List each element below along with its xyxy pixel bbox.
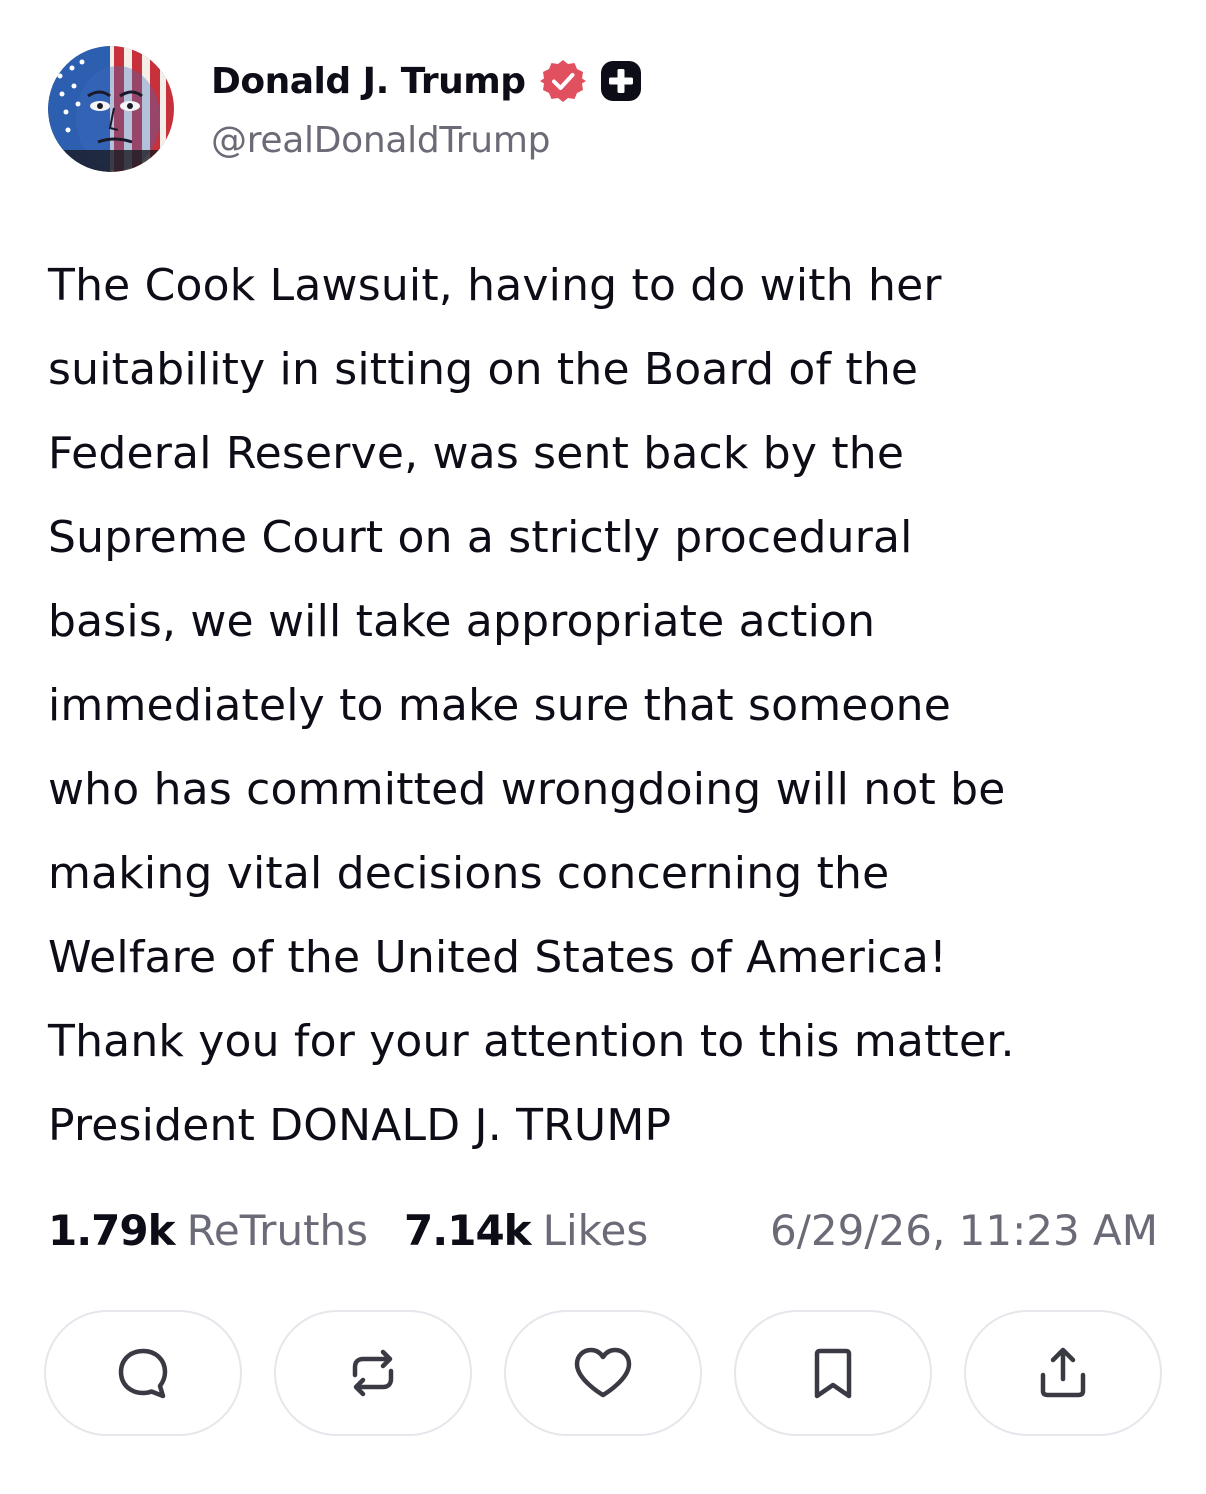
retruth-icon [352, 1349, 394, 1397]
truth-plus-icon [598, 58, 644, 104]
author-handle[interactable]: @realDonaldTrump [211, 120, 644, 161]
post-text-line: Thank you for your attention to this mat… [48, 1016, 1015, 1067]
post-text-line: The Cook Lawsuit, having to do with her [48, 260, 942, 311]
author-block: Donald J. Trump @realDonaldTrump [211, 56, 644, 161]
like-heart-icon [574, 1347, 632, 1398]
reply-button[interactable] [44, 1310, 242, 1436]
post-timestamp: 6/29/26, 11:23 AM [770, 1205, 1158, 1255]
post-text-line: who has committed wrongdoing will not be [48, 764, 1006, 815]
retruth-button[interactable] [274, 1310, 472, 1436]
verified-badge-icon [539, 58, 586, 104]
retruths-count: 1.79k [48, 1205, 176, 1255]
post-text-line: Supreme Court on a strictly procedural [48, 512, 913, 563]
avatar[interactable] [48, 46, 174, 172]
post-text-line: immediately to make sure that someone [48, 680, 952, 731]
likes-label: Likes [542, 1205, 649, 1255]
bookmark-button[interactable] [734, 1310, 932, 1436]
author-display-name[interactable]: Donald J. Trump [211, 61, 526, 102]
post-header: Donald J. Trump @realDonaldTrump [48, 46, 1158, 176]
share-button[interactable] [964, 1310, 1162, 1436]
post-actions-bar [44, 1310, 1162, 1440]
author-name-row: Donald J. Trump [211, 56, 644, 106]
retruths-label: ReTruths [186, 1205, 369, 1255]
likes-stat[interactable]: 7.14k Likes [404, 1206, 648, 1255]
post-text-line: making vital decisions concerning the [48, 848, 890, 899]
post-card: Donald J. Trump @realDonaldTrump The Coo… [0, 0, 1206, 1494]
share-icon [1040, 1347, 1086, 1398]
bookmark-icon [814, 1348, 852, 1399]
avatar-image [48, 46, 174, 172]
reply-icon [118, 1348, 168, 1399]
post-text-line: suitability in sitting on the Board of t… [48, 344, 919, 395]
likes-count: 7.14k [404, 1205, 532, 1255]
like-button[interactable] [504, 1310, 702, 1436]
post-body: The Cook Lawsuit, having to do with her … [48, 244, 1168, 1168]
post-text-line: President DONALD J. TRUMP [48, 1100, 672, 1151]
post-text-line: Welfare of the United States of America! [48, 932, 947, 983]
post-text-line: basis, we will take appropriate action [48, 596, 876, 647]
post-text-line: Federal Reserve, was sent back by the [48, 428, 905, 479]
post-stats: 1.79k ReTruths 7.14k Likes 6/29/26, 11:23 … [48, 1200, 1158, 1260]
retruths-stat[interactable]: 1.79k ReTruths [48, 1206, 368, 1255]
